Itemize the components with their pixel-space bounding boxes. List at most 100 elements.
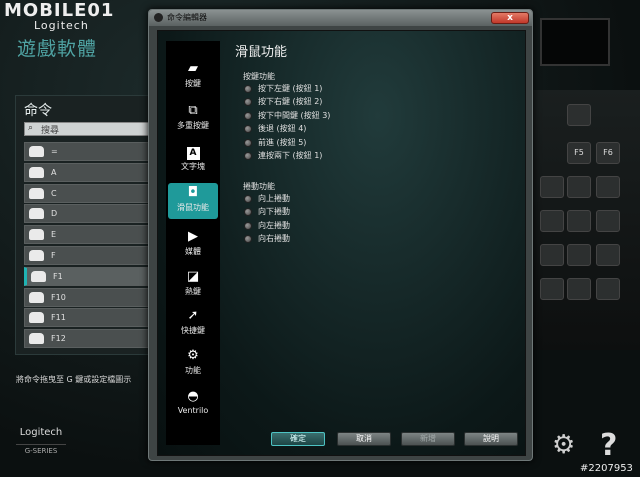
play-icon: ▶ [188, 229, 198, 244]
radio-option[interactable]: 向上捲動 [244, 194, 290, 206]
radio-button[interactable] [244, 234, 252, 243]
keyboard-key[interactable] [540, 210, 564, 232]
keyboard-key[interactable] [596, 176, 620, 198]
keyboard-preview: F5 F6 [532, 90, 640, 350]
search-icon: ⌕ [28, 123, 34, 133]
keyboard-key[interactable] [596, 210, 620, 232]
radio-button[interactable] [244, 97, 252, 106]
command-item[interactable]: F1 [24, 266, 164, 286]
cancel-button[interactable]: 取消 [337, 432, 391, 446]
radio-option[interactable]: 按下中間鍵 (按鈕 3) [244, 111, 330, 123]
commands-panel: 命令 ⌕ 搜尋 = A C D E F F1 F10 F11 F12 [15, 95, 164, 355]
sidebar-item-ventrilo[interactable]: ◓ Ventrilo [168, 387, 218, 421]
logitech-icon [154, 13, 163, 22]
drag-hint: 將命令拖曳至 G 鍵或設定檔圖示 [16, 375, 132, 384]
radio-option[interactable]: 按下右鍵 (按鈕 2) [244, 97, 322, 109]
sidebar-item-multikey[interactable]: ⧉ 多重按鍵 [168, 101, 218, 135]
close-button[interactable]: x [491, 12, 529, 24]
text-block-icon: A [168, 144, 218, 160]
key-icon [29, 208, 44, 220]
sidebar-item-keystroke[interactable]: ▰ 按鍵 [168, 59, 218, 93]
multikey-icon: ⧉ [188, 103, 198, 118]
sidebar-item-shortcut[interactable]: ➚ 快捷鍵 [168, 306, 218, 340]
command-item[interactable]: F10 [24, 287, 164, 307]
keyboard-key[interactable] [540, 244, 564, 266]
command-type-sidebar: ▰ 按鍵 ⧉ 多重按鍵 A 文字塊 ◘ 滑鼠功能 ▶ 媒體 ◪ 熱鍵 ➚ 快捷鍵… [166, 41, 220, 445]
sidebar-item-media[interactable]: ▶ 媒體 [168, 227, 218, 261]
command-item[interactable]: F [24, 245, 164, 265]
logitech-logo: Logitech G-SERIES [16, 427, 66, 455]
key-icon: ▰ [188, 61, 198, 76]
radio-option[interactable]: 按下左鍵 (按鈕 1) [244, 84, 322, 96]
key-icon [29, 249, 44, 261]
command-item[interactable]: = [24, 142, 164, 161]
gear-icon: ⚙ [187, 348, 199, 363]
gear-icon[interactable]: ⚙ [552, 430, 575, 460]
commands-title: 命令 [24, 103, 52, 119]
command-search-input[interactable]: ⌕ 搜尋 [24, 122, 164, 136]
command-editor-dialog: 命令編輯器 x ▰ 按鍵 ⧉ 多重按鍵 A 文字塊 ◘ 滑鼠功能 ▶ 媒體 ◪ … [148, 9, 533, 461]
watermark: MOBILE01 Logitech [4, 0, 115, 32]
app-title: 遊戲軟體 [17, 38, 98, 60]
keyboard-key[interactable] [596, 244, 620, 266]
keyboard-key[interactable] [540, 278, 564, 300]
radio-button[interactable] [244, 221, 252, 230]
key-icon [29, 146, 44, 157]
keyboard-key[interactable] [567, 176, 591, 198]
radio-button[interactable] [244, 207, 252, 216]
key-icon [29, 229, 44, 241]
dialog-titlebar[interactable]: 命令編輯器 x [149, 10, 532, 26]
keyboard-key[interactable]: F5 [567, 142, 591, 164]
command-item[interactable]: D [24, 204, 164, 224]
scroll-group-label: 捲動功能 [243, 182, 275, 191]
key-icon [29, 187, 44, 199]
keyboard-key[interactable] [567, 210, 591, 232]
keyboard-key[interactable] [567, 104, 591, 126]
radio-option[interactable]: 後退 (按鈕 4) [244, 124, 306, 136]
hotkey-icon: ◪ [186, 269, 200, 284]
new-button[interactable]: 新增 [401, 432, 455, 446]
sidebar-item-mouse-function[interactable]: ◘ 滑鼠功能 [168, 183, 218, 219]
help-button[interactable]: 說明 [464, 432, 518, 446]
keyboard-key[interactable]: F6 [596, 142, 620, 164]
key-icon [29, 291, 44, 303]
radio-button[interactable] [244, 124, 252, 133]
sidebar-item-text-block[interactable]: A 文字塊 [168, 142, 218, 176]
help-icon[interactable]: ? [600, 428, 617, 463]
mouse-icon: ◘ [187, 185, 199, 200]
section-heading: 滑鼠功能 [235, 45, 288, 60]
keyboard-key[interactable] [567, 244, 591, 266]
command-item[interactable]: E [24, 225, 164, 245]
radio-option[interactable]: 連按兩下 (按鈕 1) [244, 151, 322, 163]
radio-button[interactable] [244, 151, 252, 160]
command-list: = A C D E F F1 F10 F11 F12 [24, 142, 164, 350]
radio-button[interactable] [244, 111, 252, 120]
radio-button[interactable] [244, 194, 252, 203]
key-icon [29, 333, 44, 345]
dialog-title: 命令編輯器 [167, 13, 207, 22]
command-item[interactable]: F12 [24, 329, 164, 349]
key-icon [31, 270, 46, 282]
command-item[interactable]: F11 [24, 308, 164, 328]
radio-option[interactable]: 向右捲動 [244, 234, 290, 246]
radio-button[interactable] [244, 84, 252, 93]
command-item[interactable]: C [24, 183, 164, 203]
radio-option[interactable]: 向左捲動 [244, 221, 290, 233]
button-group-label: 按鍵功能 [243, 72, 275, 81]
ok-button[interactable]: 確定 [271, 432, 325, 446]
command-item[interactable]: A [24, 162, 164, 182]
lcd-preview [540, 18, 610, 66]
headset-icon: ◓ [187, 389, 199, 404]
radio-button[interactable] [244, 138, 252, 147]
sidebar-item-function[interactable]: ⚙ 功能 [168, 346, 218, 380]
dialog-content: ▰ 按鍵 ⧉ 多重按鍵 A 文字塊 ◘ 滑鼠功能 ▶ 媒體 ◪ 熱鍵 ➚ 快捷鍵… [157, 30, 526, 456]
keyboard-key[interactable] [540, 176, 564, 198]
keyboard-key[interactable] [596, 278, 620, 300]
radio-option[interactable]: 前進 (按鈕 5) [244, 138, 306, 150]
shortcut-arrow-icon: ➚ [187, 308, 199, 323]
keyboard-key[interactable] [567, 278, 591, 300]
key-icon [29, 312, 44, 324]
sidebar-item-hotkey[interactable]: ◪ 熱鍵 [168, 267, 218, 301]
key-icon [29, 166, 44, 178]
radio-option[interactable]: 向下捲動 [244, 207, 290, 219]
